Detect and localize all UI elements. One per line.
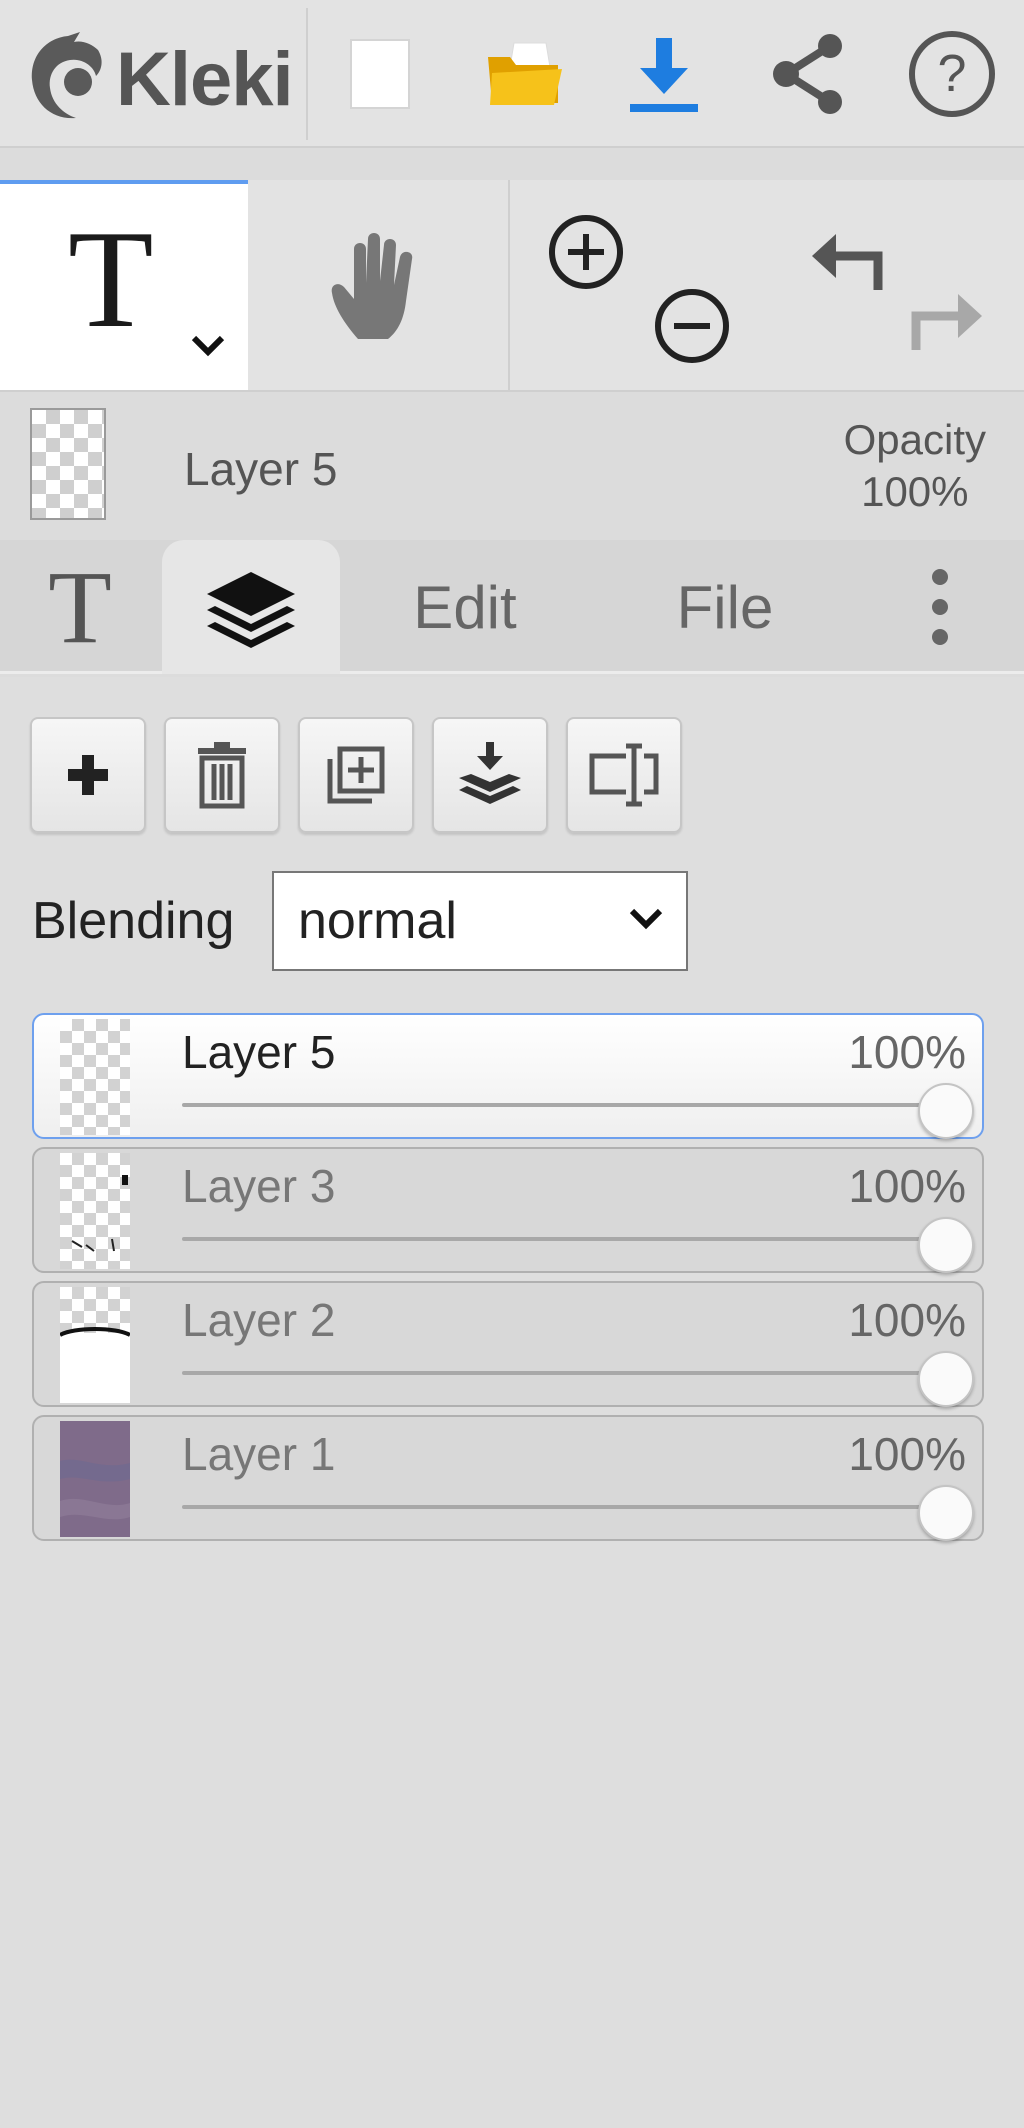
layer-opacity-value: 100%	[848, 1160, 966, 1212]
layer-name: Layer 3	[182, 1160, 336, 1212]
blending-value: normal	[298, 892, 457, 950]
delete-layer-button[interactable]	[164, 717, 280, 833]
blending-select[interactable]: normal	[272, 871, 688, 971]
layer-name: Layer 5	[182, 1026, 336, 1078]
text-tool-button[interactable]: T	[0, 180, 248, 390]
layer-item[interactable]: Layer 1 100%	[32, 1415, 984, 1541]
duplicate-layer-button[interactable]	[298, 717, 414, 833]
duplicate-layer-icon	[327, 746, 385, 804]
rename-layer-button[interactable]	[566, 717, 682, 833]
tool-row: T	[0, 180, 1024, 392]
layer-item[interactable]: Layer 3 100%	[32, 1147, 984, 1273]
current-layer-thumbnail	[30, 408, 106, 520]
layer-opacity-knob[interactable]	[918, 1485, 974, 1541]
zoom-in-icon[interactable]	[546, 212, 626, 292]
tab-edit[interactable]: Edit	[380, 540, 550, 674]
layer-opacity-knob[interactable]	[918, 1217, 974, 1273]
download-icon	[630, 38, 698, 112]
kleki-logo-icon	[31, 32, 102, 119]
current-layer-info: Layer 5 Opacity 100%	[0, 394, 1024, 534]
layer-name: Layer 2	[182, 1294, 336, 1346]
tab-layers[interactable]	[162, 540, 340, 674]
blending-label: Blending	[32, 892, 235, 950]
delete-layer-icon	[198, 742, 246, 809]
layer-thumbnail-art	[71, 1175, 128, 1252]
layer-thumbnail	[60, 1153, 130, 1269]
layer-opacity-slider[interactable]	[182, 1505, 970, 1509]
text-tool-icon: T	[68, 202, 154, 357]
layer-opacity-knob[interactable]	[918, 1351, 974, 1407]
add-layer-button[interactable]	[30, 717, 146, 833]
layer-opacity-slider[interactable]	[182, 1371, 970, 1375]
more-vertical-icon	[932, 569, 948, 645]
download-button[interactable]	[604, 14, 724, 134]
layer-thumbnail	[60, 1287, 130, 1403]
hand-tool-button[interactable]	[248, 180, 508, 390]
kleki-logo[interactable]: Kleki	[22, 22, 294, 126]
layers-icon	[207, 572, 295, 648]
help-icon: ?	[909, 31, 995, 117]
top-toolbar: Kleki ?	[0, 0, 1024, 148]
layer-opacity-slider[interactable]	[182, 1237, 970, 1241]
open-file-button[interactable]	[464, 14, 584, 134]
current-layer-opacity: Opacity 100%	[844, 414, 986, 518]
tab-more[interactable]	[900, 540, 980, 674]
open-folder-icon	[488, 42, 562, 105]
help-button[interactable]: ?	[892, 14, 1012, 134]
layer-thumbnail	[60, 1019, 130, 1135]
current-layer-name: Layer 5	[184, 443, 338, 495]
toolbar-divider	[306, 8, 308, 140]
layer-thumbnail-art	[60, 1327, 130, 1403]
merge-down-button[interactable]	[432, 717, 548, 833]
tab-text[interactable]: T	[0, 540, 160, 674]
layer-item[interactable]: Layer 5 100%	[32, 1013, 984, 1139]
rename-layer-icon	[589, 743, 659, 807]
opacity-value: 100%	[861, 468, 969, 515]
share-icon	[773, 34, 842, 114]
layer-opacity-slider[interactable]	[182, 1103, 970, 1107]
hand-tool-icon	[331, 233, 413, 339]
layer-opacity-value: 100%	[848, 1428, 966, 1480]
new-document-button[interactable]	[320, 14, 440, 134]
undo-icon[interactable]	[808, 220, 888, 300]
tab-file[interactable]: File	[650, 540, 800, 674]
layer-thumbnail-art	[60, 1459, 130, 1520]
layer-opacity-value: 100%	[848, 1026, 966, 1078]
zoom-out-icon[interactable]	[652, 286, 732, 366]
layer-name: Layer 1	[182, 1428, 336, 1480]
share-button[interactable]	[748, 14, 868, 134]
logo-text: Kleki	[116, 37, 294, 122]
chevron-down-icon[interactable]	[190, 334, 226, 358]
new-document-icon	[350, 39, 410, 109]
layers-panel: Blending normal Layer 5 100% Layer 3 100…	[0, 677, 1024, 2128]
svg-text:?: ?	[938, 45, 967, 103]
layer-thumbnail	[60, 1421, 130, 1537]
panel-tabs: T Edit File	[0, 540, 1024, 674]
layer-opacity-knob[interactable]	[918, 1083, 974, 1139]
add-layer-icon	[68, 755, 108, 795]
merge-down-icon	[459, 742, 521, 804]
redo-icon[interactable]	[906, 280, 986, 360]
chevron-down-icon	[629, 908, 663, 930]
tool-row-divider	[508, 180, 510, 390]
layer-item[interactable]: Layer 2 100%	[32, 1281, 984, 1407]
opacity-label: Opacity	[843, 416, 986, 463]
layer-opacity-value: 100%	[848, 1294, 966, 1346]
